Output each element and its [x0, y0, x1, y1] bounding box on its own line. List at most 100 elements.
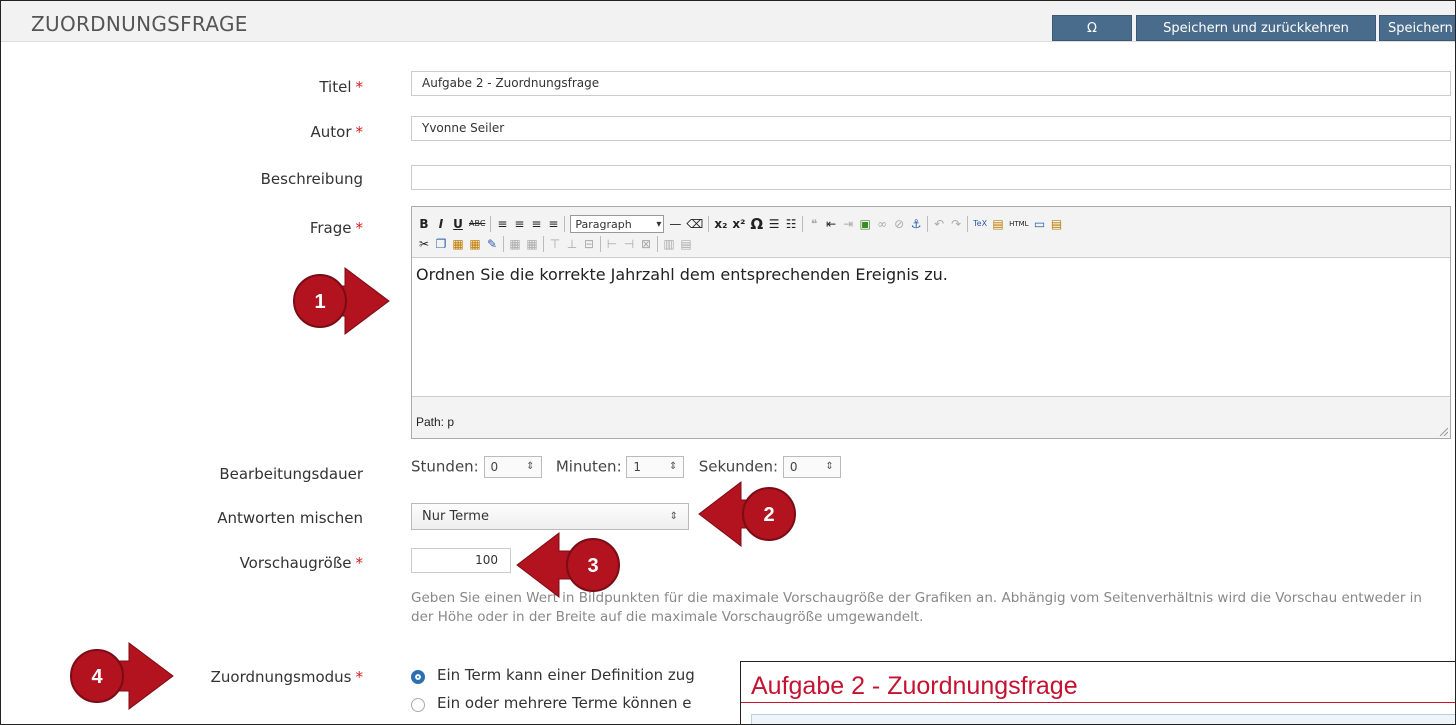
editor-toolbar-row-2: ✂ ❐ ▦ ▦ ✎ ▦ ▦ ⊤ ⊥ ⊟ ⊢ ⊣ ⊠ ▥ ▤	[418, 236, 692, 252]
paste-icon[interactable]: ▤	[992, 216, 1004, 232]
paste-word-icon[interactable]: ▤	[1051, 216, 1063, 232]
fullscreen-icon[interactable]: ▭	[1034, 216, 1046, 232]
callout-3-number: 3	[587, 555, 598, 577]
callout-2: 2	[695, 478, 807, 557]
merge-cells-icon[interactable]: ▤	[680, 236, 692, 252]
link-icon[interactable]: ∞	[876, 216, 888, 232]
row-before-icon[interactable]: ⊤	[549, 236, 561, 252]
page-title: ZUORDNUNGSFRAGE	[31, 12, 248, 36]
toolbar-divider	[657, 236, 658, 252]
outdent-icon[interactable]: ⇤	[825, 216, 837, 232]
duration-row: Stunden: 0 ⇕ Minuten: 1 ⇕ Sekunden: 0 ⇕	[411, 456, 841, 478]
underline-icon[interactable]: U	[452, 216, 464, 232]
hours-select[interactable]: 0 ⇕	[483, 456, 542, 478]
toolbar-divider	[503, 236, 504, 252]
preview-title: Aufgabe 2 - Zuordnungsfrage	[751, 672, 1078, 700]
paragraph-format-select[interactable]: Paragraph	[570, 215, 665, 234]
anchor-icon[interactable]: ⚓	[910, 216, 922, 232]
align-right-icon[interactable]: ≡	[530, 216, 542, 232]
callout-2-number: 2	[763, 504, 774, 526]
mode-label: Zuordnungsmodus *	[210, 668, 363, 686]
question-rich-text-editor: B I U ABC ≡ ≡ ≡ ≡ Paragraph — ⌫ x₂ x² Ω …	[411, 206, 1451, 439]
mode-option-single[interactable]: Ein Term kann einer Definition zug	[437, 666, 695, 684]
preview-size-input[interactable]: 100	[411, 548, 511, 573]
align-left-icon[interactable]: ≡	[496, 216, 508, 232]
strikethrough-icon[interactable]: ABC	[469, 216, 485, 232]
subscript-icon[interactable]: x₂	[714, 216, 727, 232]
italic-icon[interactable]: I	[435, 216, 447, 232]
description-input[interactable]	[411, 165, 1451, 190]
hours-label: Stunden:	[411, 457, 479, 476]
minutes-select[interactable]: 1 ⇕	[626, 456, 685, 478]
duration-label: Bearbeitungsdauer	[219, 465, 363, 483]
callout-4-number: 4	[91, 666, 103, 688]
align-center-icon[interactable]: ≡	[513, 216, 525, 232]
toolbar-divider	[543, 236, 544, 252]
bold-icon[interactable]: B	[418, 216, 430, 232]
preview-divider	[741, 702, 1455, 703]
seconds-label: Sekunden:	[698, 457, 779, 476]
redo-icon[interactable]: ↷	[950, 216, 962, 232]
omega-icon[interactable]: Ω	[750, 216, 763, 232]
question-content-area[interactable]: Ordnen Sie die korrekte Jahrzahl dem ent…	[412, 257, 1450, 397]
shuffle-select[interactable]: Nur Terme ⇕	[411, 503, 689, 530]
seconds-select[interactable]: 0 ⇕	[782, 456, 841, 478]
callout-3: 3	[513, 529, 625, 608]
paste-text-icon[interactable]: ▦	[452, 236, 464, 252]
callout-4: 4	[67, 639, 177, 718]
table-icon[interactable]: ▦	[509, 236, 521, 252]
eraser-icon[interactable]: ⌫	[686, 216, 703, 232]
omega-special-chars-button[interactable]: Ω	[1052, 15, 1132, 41]
delete-col-icon[interactable]: ⊠	[640, 236, 652, 252]
mode-option-multiple[interactable]: Ein oder mehrere Terme können e	[437, 694, 691, 712]
minutes-label: Minuten:	[555, 457, 622, 476]
split-cells-icon[interactable]: ▥	[663, 236, 675, 252]
horizontal-rule-icon[interactable]: —	[669, 216, 681, 232]
row-after-icon[interactable]: ⊥	[566, 236, 578, 252]
copy-icon[interactable]: ❐	[435, 236, 447, 252]
resize-handle-icon[interactable]	[1438, 426, 1448, 436]
paste-word-icon[interactable]: ▦	[469, 236, 481, 252]
description-label: Beschreibung	[260, 170, 363, 188]
page-header: ZUORDNUNGSFRAGE Ω Speichern und zurückke…	[1, 1, 1455, 42]
author-input[interactable]: Yvonne Seiler	[411, 116, 1451, 141]
save-and-return-button[interactable]: Speichern und zurückkehren	[1136, 15, 1376, 41]
title-input[interactable]: Aufgabe 2 - Zuordnungsfrage	[411, 71, 1451, 96]
col-after-icon[interactable]: ⊣	[623, 236, 635, 252]
table-props-icon[interactable]: ▦	[526, 236, 538, 252]
superscript-icon[interactable]: x²	[732, 216, 745, 232]
undo-icon[interactable]: ↶	[933, 216, 945, 232]
toolbar-divider	[802, 216, 804, 232]
callout-1: 1	[283, 264, 393, 343]
editor-toolbar-row-1: B I U ABC ≡ ≡ ≡ ≡ Paragraph — ⌫ x₂ x² Ω …	[418, 215, 1063, 234]
cut-icon[interactable]: ✂	[418, 236, 430, 252]
html-source-icon[interactable]: HTML	[1009, 216, 1028, 232]
indent-icon[interactable]: ⇥	[842, 216, 854, 232]
toolbar-divider	[967, 216, 969, 232]
image-icon[interactable]: ▣	[859, 216, 871, 232]
editor-path: Path: p	[416, 415, 455, 429]
question-editor-window: ZUORDNUNGSFRAGE Ω Speichern und zurückke…	[0, 0, 1456, 725]
toolbar-divider	[490, 216, 492, 232]
toolbar-divider	[600, 236, 601, 252]
delete-row-icon[interactable]: ⊟	[583, 236, 595, 252]
callout-1-number: 1	[314, 291, 325, 313]
toolbar-divider	[564, 216, 566, 232]
unlink-icon[interactable]: ⊘	[893, 216, 905, 232]
tex-icon[interactable]: TeX	[973, 216, 987, 232]
preview-size-label: Vorschaugröße *	[239, 554, 363, 572]
mode-radio-single[interactable]	[411, 670, 425, 684]
save-button[interactable]: Speichern	[1379, 15, 1455, 41]
align-justify-icon[interactable]: ≡	[547, 216, 559, 232]
question-label: Frage *	[309, 219, 363, 237]
question-text: Ordnen Sie die korrekte Jahrzahl dem ent…	[416, 265, 948, 284]
title-label: Titel *	[319, 78, 363, 96]
col-before-icon[interactable]: ⊢	[606, 236, 618, 252]
bullet-list-icon[interactable]: ☰	[768, 216, 780, 232]
cleanup-icon[interactable]: ✎	[486, 236, 498, 252]
blockquote-icon[interactable]: ❝	[808, 216, 820, 232]
mode-radio-multiple[interactable]	[411, 698, 425, 712]
preview-content-box	[751, 714, 1455, 724]
numbered-list-icon[interactable]: ☷	[785, 216, 797, 232]
toolbar-divider	[927, 216, 929, 232]
